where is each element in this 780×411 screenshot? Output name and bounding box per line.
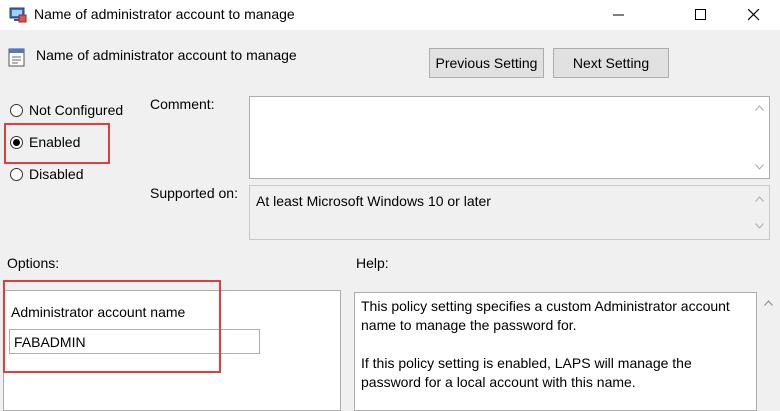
title-bar: Name of administrator account to manage <box>0 0 780 30</box>
options-label: Options: <box>7 255 60 271</box>
radio-label: Disabled <box>29 166 84 182</box>
policy-window-icon <box>9 7 27 23</box>
enabled-highlight-box <box>4 123 110 164</box>
scroll-up-icon[interactable] <box>753 103 765 113</box>
help-paragraph: This policy setting specifies a custom A… <box>361 298 730 333</box>
minimize-icon <box>613 14 624 16</box>
next-setting-button[interactable]: Next Setting <box>553 48 669 78</box>
radio-circle[interactable] <box>10 103 23 117</box>
scroll-up-icon[interactable] <box>753 194 765 204</box>
supported-on-value: At least Microsoft Windows 10 or later <box>256 193 491 209</box>
radio-disabled[interactable]: Disabled <box>10 166 83 182</box>
radio-label: Not Configured <box>29 102 124 118</box>
supported-on-label: Supported on: <box>150 185 238 201</box>
radio-not-configured[interactable]: Not Configured <box>10 102 123 118</box>
close-button[interactable] <box>731 0 777 30</box>
help-scroll-up-icon[interactable] <box>762 298 774 308</box>
supported-on-box: At least Microsoft Windows 10 or later <box>249 185 770 240</box>
maximize-icon <box>695 9 706 20</box>
previous-setting-button[interactable]: Previous Setting <box>429 48 544 78</box>
help-paragraph: If this policy setting is enabled, LAPS … <box>361 355 692 390</box>
help-panel: This policy setting specifies a custom A… <box>354 292 757 411</box>
scroll-down-icon[interactable] <box>753 221 765 231</box>
comment-label: Comment: <box>150 96 215 112</box>
maximize-button[interactable] <box>678 0 724 30</box>
policy-setting-icon <box>8 47 26 67</box>
minimize-button[interactable] <box>596 0 642 30</box>
options-highlight-box <box>3 280 221 373</box>
comment-textarea[interactable] <box>249 96 770 179</box>
window-title: Name of administrator account to manage <box>34 6 295 22</box>
radio-circle[interactable] <box>10 167 23 181</box>
help-label: Help: <box>356 255 389 271</box>
policy-title: Name of administrator account to manage <box>36 47 297 63</box>
scroll-down-icon[interactable] <box>753 162 765 172</box>
close-icon <box>748 9 760 21</box>
